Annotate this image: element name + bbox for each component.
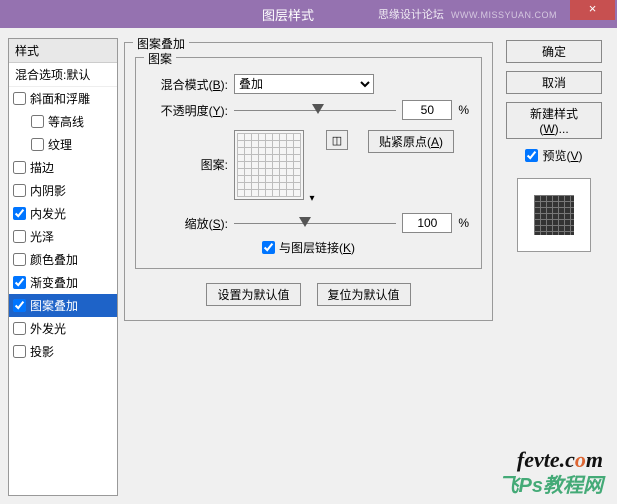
style-item-label: 颜色叠加: [30, 251, 78, 268]
scale-label: 缩放(S):: [148, 215, 228, 232]
opacity-label: 不透明度(Y):: [148, 102, 228, 119]
style-item-4[interactable]: 内阴影: [9, 179, 117, 202]
preview-label: 预览(V): [542, 147, 582, 164]
style-item-6[interactable]: 光泽: [9, 225, 117, 248]
style-item-checkbox[interactable]: [31, 115, 44, 128]
style-item-checkbox[interactable]: [13, 276, 26, 289]
style-item-7[interactable]: 颜色叠加: [9, 248, 117, 271]
style-item-label: 渐变叠加: [30, 274, 78, 291]
opacity-row: 不透明度(Y): %: [148, 100, 469, 120]
style-item-label: 图案叠加: [30, 297, 78, 314]
style-item-11[interactable]: 投影: [9, 340, 117, 363]
style-item-8[interactable]: 渐变叠加: [9, 271, 117, 294]
style-item-checkbox[interactable]: [31, 138, 44, 151]
options-panel: 图案叠加 图案 混合模式(B): 叠加 不透明度(Y):: [118, 38, 499, 496]
style-item-checkbox[interactable]: [13, 299, 26, 312]
style-item-label: 纹理: [48, 136, 72, 153]
action-panel: 确定 取消 新建样式(W)... 预览(V): [499, 38, 609, 496]
percent-sign: %: [458, 216, 469, 230]
style-item-label: 内发光: [30, 205, 66, 222]
style-item-1[interactable]: 等高线: [9, 110, 117, 133]
preview-thumbnail: [517, 178, 591, 252]
opacity-input[interactable]: [402, 100, 452, 120]
dialog-body: 样式 混合选项:默认 斜面和浮雕等高线纹理描边内阴影内发光光泽颜色叠加渐变叠加图…: [0, 28, 617, 504]
style-item-label: 外发光: [30, 320, 66, 337]
new-style-button[interactable]: 新建样式(W)...: [506, 102, 602, 139]
percent-sign: %: [458, 103, 469, 117]
style-item-checkbox[interactable]: [13, 207, 26, 220]
style-item-label: 内阴影: [30, 182, 66, 199]
style-item-checkbox[interactable]: [13, 322, 26, 335]
style-item-5[interactable]: 内发光: [9, 202, 117, 225]
pattern-picker-row: 图案: ▾ ◫ 贴紧原点(A): [148, 130, 469, 203]
make-default-button[interactable]: 设置为默认值: [206, 283, 300, 306]
style-item-3[interactable]: 描边: [9, 156, 117, 179]
styles-list-panel: 样式 混合选项:默认 斜面和浮雕等高线纹理描边内阴影内发光光泽颜色叠加渐变叠加图…: [8, 38, 118, 496]
pattern-overlay-group: 图案叠加 图案 混合模式(B): 叠加 不透明度(Y):: [124, 42, 493, 321]
style-item-9[interactable]: 图案叠加: [9, 294, 117, 317]
blending-options-default[interactable]: 混合选项:默认: [9, 63, 117, 87]
pattern-legend: 图案: [144, 50, 176, 67]
title-bar: 图层样式 思缘设计论坛 WWW.MISSYUAN.COM ×: [0, 0, 617, 28]
preview-inner-icon: [534, 195, 574, 235]
style-item-0[interactable]: 斜面和浮雕: [9, 87, 117, 110]
scale-slider[interactable]: [234, 214, 396, 232]
link-with-layer-label: 与图层链接(K): [279, 239, 355, 256]
link-with-layer-checkbox[interactable]: [262, 241, 275, 254]
blend-mode-row: 混合模式(B): 叠加: [148, 74, 469, 94]
blend-mode-select[interactable]: 叠加: [234, 74, 374, 94]
reset-default-button[interactable]: 复位为默认值: [317, 283, 411, 306]
blend-mode-label: 混合模式(B):: [148, 76, 228, 93]
style-item-10[interactable]: 外发光: [9, 317, 117, 340]
style-item-checkbox[interactable]: [13, 345, 26, 358]
default-buttons-row: 设置为默认值 复位为默认值: [135, 283, 482, 306]
snap-to-origin-button[interactable]: 贴紧原点(A): [368, 130, 454, 153]
opacity-slider[interactable]: [234, 101, 396, 119]
style-item-label: 光泽: [30, 228, 54, 245]
style-item-checkbox[interactable]: [13, 92, 26, 105]
style-item-label: 斜面和浮雕: [30, 90, 90, 107]
new-pattern-icon[interactable]: ◫: [326, 130, 348, 150]
style-item-checkbox[interactable]: [13, 253, 26, 266]
scale-input[interactable]: [402, 213, 452, 233]
pattern-fieldset: 图案 混合模式(B): 叠加 不透明度(Y):: [135, 57, 482, 269]
scale-row: 缩放(S): %: [148, 213, 469, 233]
style-item-checkbox[interactable]: [13, 161, 26, 174]
preview-row: 预览(V): [525, 147, 582, 164]
pattern-label: 图案:: [148, 130, 228, 173]
style-item-label: 等高线: [48, 113, 84, 130]
link-with-layer-row: 与图层链接(K): [148, 239, 469, 256]
style-item-label: 描边: [30, 159, 54, 176]
styles-header[interactable]: 样式: [9, 39, 117, 63]
ok-button[interactable]: 确定: [506, 40, 602, 63]
dialog-title: 图层样式: [262, 5, 314, 24]
close-button[interactable]: ×: [570, 0, 615, 20]
cancel-button[interactable]: 取消: [506, 71, 602, 94]
style-item-label: 投影: [30, 343, 54, 360]
pattern-swatch[interactable]: [234, 130, 304, 200]
style-item-2[interactable]: 纹理: [9, 133, 117, 156]
pattern-dropdown-icon[interactable]: ▾: [306, 193, 318, 205]
preview-checkbox[interactable]: [525, 149, 538, 162]
branding-text: 思缘设计论坛 WWW.MISSYUAN.COM: [378, 6, 557, 22]
style-item-checkbox[interactable]: [13, 230, 26, 243]
style-item-checkbox[interactable]: [13, 184, 26, 197]
